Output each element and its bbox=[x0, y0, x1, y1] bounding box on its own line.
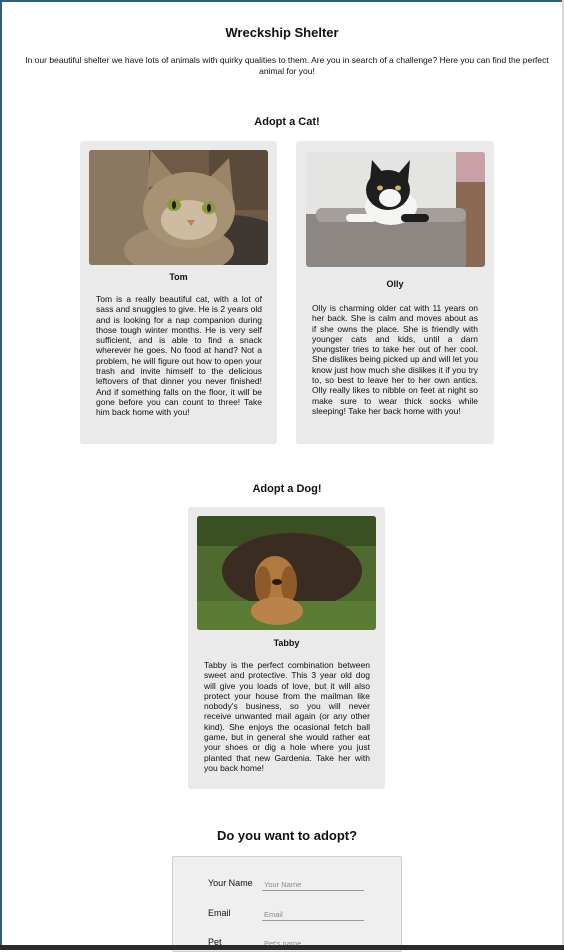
window-frame-bottom bbox=[0, 945, 564, 950]
animal-name: Tabby bbox=[273, 638, 300, 648]
name-label: Your Name bbox=[208, 878, 253, 888]
animal-name: Tom bbox=[169, 272, 188, 282]
dogs-section-title: Adopt a Dog! bbox=[252, 483, 322, 495]
animal-name: Olly bbox=[386, 279, 404, 289]
tabby-cat-photo bbox=[89, 150, 268, 265]
window-frame-top bbox=[0, 0, 564, 2]
page-title: Wreckship Shelter bbox=[225, 25, 339, 40]
animal-card-tabby: Tabby Tabby is the perfect combination b… bbox=[188, 507, 385, 789]
cats-section-title: Adopt a Cat! bbox=[254, 116, 320, 128]
animal-card-olly: Olly Olly is charming older cat with 11 … bbox=[296, 141, 494, 444]
spaniel-dog-photo bbox=[197, 516, 376, 630]
animal-description: Tom is a really beautiful cat, with a lo… bbox=[96, 294, 262, 418]
animal-description: Olly is charming older cat with 11 years… bbox=[312, 303, 478, 416]
adopt-form-title: Do you want to adopt? bbox=[216, 828, 358, 843]
animal-card-tom: Tom Tom is a really beautiful cat, with … bbox=[80, 141, 277, 444]
window-frame-left bbox=[0, 0, 2, 950]
name-input[interactable] bbox=[262, 878, 364, 891]
black-white-cat-photo bbox=[306, 152, 485, 267]
animal-description: Tabby is the perfect combination between… bbox=[204, 660, 370, 773]
email-input[interactable] bbox=[262, 908, 364, 921]
intro-text: In our beautiful shelter we have lots of… bbox=[25, 55, 549, 76]
adopt-form: Your Name Email Pet bbox=[172, 856, 402, 952]
email-label: Email bbox=[208, 908, 231, 918]
